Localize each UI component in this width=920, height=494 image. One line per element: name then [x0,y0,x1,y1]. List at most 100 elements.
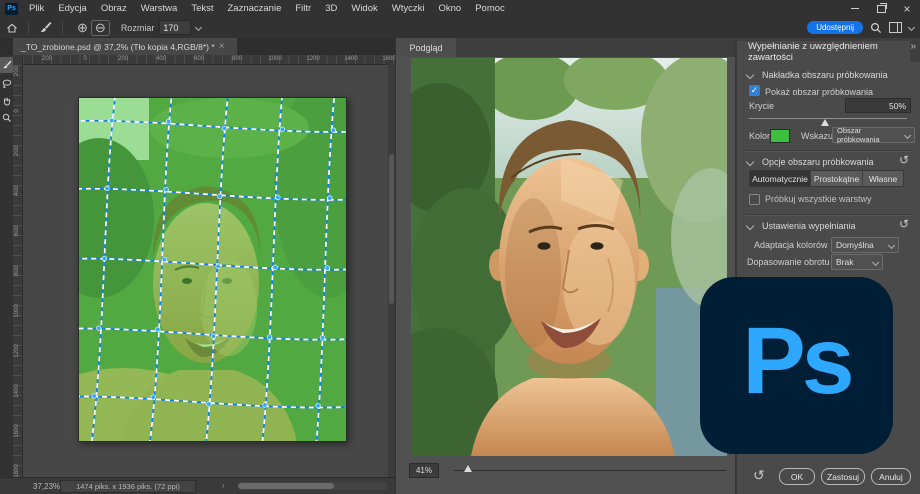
magnifier-icon [2,113,12,123]
reset-fill-icon[interactable]: ↺ [899,218,909,230]
hand-icon [2,96,12,106]
brush-icon [39,21,52,34]
ok-button[interactable]: OK [779,468,815,485]
cancel-button[interactable]: Anuluj [871,468,911,485]
apply-button[interactable]: Zastosuj [821,468,865,485]
status-arrow-icon[interactable]: › [222,481,225,490]
document-tab-bar: _TO_zrobione.psd @ 37,2% (Tło kopia 4,RG… [0,38,395,55]
add-to-selection-button[interactable]: ⊕ [77,21,88,34]
home-button[interactable] [6,22,18,34]
divider [745,214,914,216]
minimize-button[interactable] [842,0,868,17]
document-tab[interactable]: _TO_zrobione.psd @ 37,2% (Tło kopia 4,RG… [13,38,237,55]
chevron-down-icon [888,241,895,248]
vertical-scrollbar[interactable] [388,64,395,478]
menu-widok[interactable]: Widok [344,3,384,14]
scrollbar-thumb[interactable] [238,483,334,489]
menu-wtyczki[interactable]: Wtyczki [385,3,432,14]
scrollbar-thumb[interactable] [389,154,394,304]
rotation-adaptation-dropdown[interactable]: Brak [831,254,883,270]
preview-zoom-value[interactable]: 41% [409,463,439,478]
status-bar: 37,23% 1474 piks. x 1936 piks. (72 ppi) … [0,477,395,494]
preview-tab[interactable]: Podgląd [396,38,456,57]
menu-okno[interactable]: Okno [431,3,468,14]
menu-filtr[interactable]: Filtr [288,3,318,14]
reset-all-icon[interactable]: ↺ [753,469,765,481]
opacity-label: Krycie [749,101,774,111]
close-tab-icon[interactable]: × [219,41,225,52]
brush-tool-preset-button[interactable] [39,21,52,34]
subtract-from-selection-button[interactable]: ⊖ [91,20,110,36]
preview-zoom-slider-handle[interactable] [464,465,472,472]
zoom-tool-button[interactable] [0,110,13,126]
close-icon: × [903,4,910,14]
color-adaptation-label: Adaptacja kolorów [754,240,828,250]
brush-tool-button[interactable] [0,57,13,73]
lasso-icon [2,79,12,89]
divider [745,150,914,152]
chevron-down-icon[interactable] [195,24,202,31]
overlay-section-header[interactable]: Nakładka obszaru próbkowania [747,70,888,80]
sample-all-layers-checkbox[interactable] [749,194,760,205]
panel-tab[interactable]: Wypełnianie z uwzględnieniem zawartości [737,41,910,62]
menu-warstwa[interactable]: Warstwa [134,3,185,14]
ruler-label: 200 [14,63,20,79]
search-icon[interactable] [870,22,882,34]
brush-icon [2,60,12,70]
menu-obraz[interactable]: Obraz [94,3,134,14]
brush-size-input[interactable]: 170 [159,20,191,35]
document-info: 1474 piks. x 1936 piks. (72 ppi) [60,480,196,493]
close-button[interactable]: × [894,0,920,17]
hand-tool-button[interactable] [0,93,13,109]
color-adaptation-dropdown[interactable]: Domyślna [831,237,899,253]
menu-pomoc[interactable]: Pomoc [468,3,512,14]
menu-tekst[interactable]: Tekst [184,3,220,14]
lasso-tool-button[interactable] [0,76,13,92]
sampling-section-header[interactable]: Opcje obszaru próbkowania [747,157,874,167]
panel-menu-icon[interactable]: » [910,41,916,52]
panel-header: Wypełnianie z uwzględnieniem zawartości … [737,38,920,62]
ruler-label: 1000 [268,56,281,62]
preview-zoom-slider[interactable] [454,470,726,471]
ruler-label: 1200 [14,343,20,359]
sampling-section-title: Opcje obszaru próbkowania [762,157,874,167]
menu-3d[interactable]: 3D [318,3,344,14]
preview-tab-bar: Podgląd [396,38,736,57]
menubar: Ps Plik Edycja Obraz Warstwa Tekst Zazna… [0,0,920,18]
show-sampling-area-label: Pokaż obszar próbkowania [765,87,873,97]
restore-button[interactable] [868,0,894,17]
share-button[interactable]: Udostępnij [807,21,863,34]
show-sampling-area-checkbox[interactable]: ✓ [749,85,760,96]
overlay-section-title: Nakładka obszaru próbkowania [762,70,888,80]
ruler-label: 1600 [14,423,20,439]
ruler-label: 800 [14,263,20,279]
toolbar [0,55,14,478]
menu-edycja[interactable]: Edycja [51,3,94,14]
workspace-icon[interactable] [889,22,902,33]
opacity-value[interactable]: 50% [845,98,911,113]
ruler-corner [13,55,22,64]
preview-image[interactable] [411,58,727,456]
zoom-level[interactable]: 37,23% [33,482,60,491]
size-label: Rozmiar [121,23,155,33]
opacity-slider-handle[interactable] [821,119,829,126]
canvas-image[interactable] [78,97,347,442]
menu-zaznaczanie[interactable]: Zaznaczanie [221,3,289,14]
mode-auto-button[interactable]: Automatycznie [750,171,811,186]
menu-plik[interactable]: Plik [22,3,51,14]
photoshop-logo: Ps [700,277,893,454]
ruler-label: 400 [14,183,20,199]
indicates-dropdown[interactable]: Obszar próbkowania [832,127,915,143]
overlay-color-swatch[interactable] [770,129,790,143]
fill-section-header[interactable]: Ustawienia wypełniania [747,221,856,231]
ruler-label: 1800 [14,463,20,478]
chevron-down-icon[interactable] [908,24,915,31]
ruler-label: 600 [194,56,204,62]
mode-rectangular-button[interactable]: Prostokątne [811,171,863,186]
reset-sampling-icon[interactable]: ↺ [899,154,909,166]
fill-section-title: Ustawienia wypełniania [762,221,856,231]
mode-custom-button[interactable]: Własne [863,171,903,186]
chevron-down-icon [746,158,754,166]
horizontal-scrollbar[interactable] [238,482,388,490]
photoshop-window: Ps Plik Edycja Obraz Warstwa Tekst Zazna… [0,0,920,494]
